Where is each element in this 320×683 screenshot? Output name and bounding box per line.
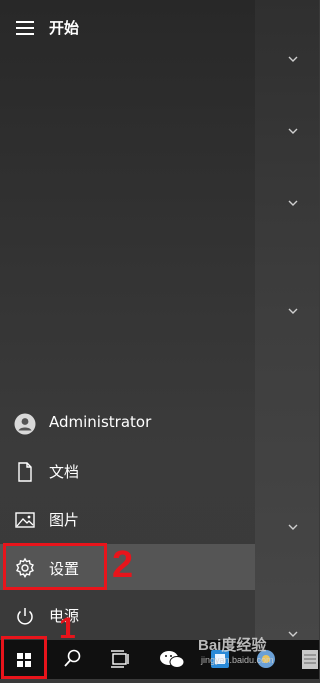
power-icon	[14, 605, 36, 627]
chevron-down-icon[interactable]	[287, 305, 299, 317]
search-button[interactable]	[56, 640, 88, 679]
picture-icon	[14, 509, 36, 531]
settings-highlight-box	[3, 543, 107, 590]
power-item[interactable]: 电源	[0, 593, 255, 637]
documents-label: 文档	[49, 463, 80, 481]
chevron-down-icon[interactable]	[287, 125, 299, 137]
watermark-url: jingyan.baidu.com	[201, 655, 274, 665]
app-icon-3	[302, 650, 318, 669]
chevron-down-icon[interactable]	[287, 197, 299, 209]
chevron-down-icon[interactable]	[287, 521, 299, 533]
user-account-item[interactable]: Administrator	[0, 401, 255, 445]
start-button-highlight-box	[1, 636, 47, 679]
pictures-item[interactable]: 图片	[0, 497, 255, 541]
watermark-logo: Bai度经验	[198, 637, 267, 654]
start-header: 开始	[0, 0, 255, 56]
wechat-icon	[160, 651, 185, 668]
user-account-label: Administrator	[49, 413, 152, 431]
pictures-label: 图片	[49, 511, 80, 529]
start-title: 开始	[49, 19, 80, 37]
wechat-button[interactable]	[152, 640, 192, 679]
document-icon	[14, 461, 36, 483]
task-view-button[interactable]	[104, 640, 136, 679]
task-view-icon	[111, 650, 129, 668]
documents-item[interactable]: 文档	[0, 449, 255, 493]
tiles-area	[255, 0, 319, 640]
chevron-down-icon[interactable]	[287, 628, 299, 640]
app-button-3[interactable]	[296, 640, 319, 679]
step-2-label: 2	[112, 544, 134, 586]
chevron-down-icon[interactable]	[287, 53, 299, 65]
search-icon	[64, 649, 81, 667]
user-avatar-icon	[14, 413, 36, 435]
hamburger-menu-icon[interactable]	[16, 21, 34, 35]
